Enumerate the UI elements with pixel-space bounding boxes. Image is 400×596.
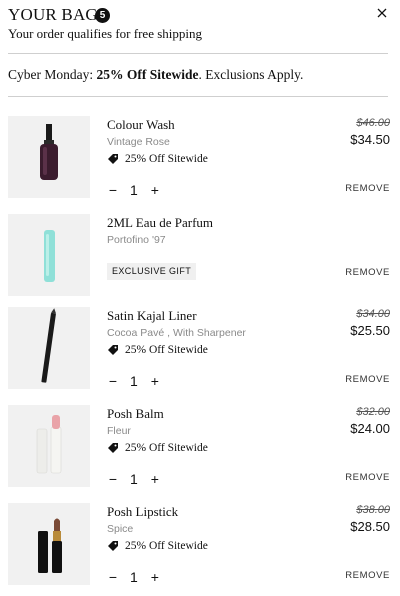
decrease-quantity-button[interactable]: − <box>107 471 119 487</box>
remove-button[interactable]: REMOVE <box>345 183 390 194</box>
product-variant: Portofino '97 <box>107 234 166 246</box>
decrease-quantity-button[interactable]: − <box>107 373 119 389</box>
sale-price: $25.50 <box>350 323 390 338</box>
product-promo: 25% Off Sitewide <box>107 152 208 166</box>
product-name[interactable]: Satin Kajal Liner <box>107 308 197 324</box>
remove-button[interactable]: REMOVE <box>345 374 390 385</box>
quantity-stepper: − 1 + <box>107 373 161 389</box>
decrease-quantity-button[interactable]: − <box>107 182 119 198</box>
product-promo-label: 25% Off Sitewide <box>125 442 208 454</box>
product-variant: Spice <box>107 523 134 535</box>
promo-highlight: 25% Off Sitewide <box>96 67 199 82</box>
cart-item: Posh Lipstick Spice 25% Off Sitewide $38… <box>8 503 390 587</box>
product-promo: 25% Off Sitewide <box>107 343 208 357</box>
sale-price: $28.50 <box>350 519 390 534</box>
decrease-quantity-button[interactable]: − <box>107 569 119 585</box>
bag-header: YOUR BAG 5 <box>8 5 392 25</box>
product-name[interactable]: Colour Wash <box>107 117 175 133</box>
product-name[interactable]: Posh Lipstick <box>107 504 178 520</box>
tag-icon <box>107 153 119 165</box>
product-promo-label: 25% Off Sitewide <box>125 344 208 356</box>
product-image-eyeliner[interactable] <box>8 307 90 389</box>
product-image-lipstick[interactable] <box>8 503 90 585</box>
quantity-value: 1 <box>130 569 138 585</box>
quantity-stepper: − 1 + <box>107 569 161 585</box>
tag-icon <box>107 344 119 356</box>
remove-button[interactable]: REMOVE <box>345 570 390 581</box>
quantity-stepper: − 1 + <box>107 182 161 198</box>
product-promo: 25% Off Sitewide <box>107 441 208 455</box>
product-promo: 25% Off Sitewide <box>107 539 208 553</box>
product-variant: Cocoa Pavé , With Sharpener <box>107 327 246 339</box>
cart-item: Posh Balm Fleur 25% Off Sitewide $32.00 … <box>8 405 390 489</box>
promo-banner: Cyber Monday: 25% Off Sitewide. Exclusio… <box>8 66 303 84</box>
product-promo-label: 25% Off Sitewide <box>125 540 208 552</box>
remove-button[interactable]: REMOVE <box>345 267 390 278</box>
cart-item: 2ML Eau de Parfum Portofino '97 EXCLUSIV… <box>8 214 390 298</box>
quantity-value: 1 <box>130 373 138 389</box>
promo-prefix: Cyber Monday: <box>8 67 97 82</box>
tag-icon <box>107 442 119 454</box>
close-icon <box>377 8 387 18</box>
free-shipping-message: Your order qualifies for free shipping <box>8 26 202 41</box>
product-image-nail-polish[interactable] <box>8 116 90 198</box>
increase-quantity-button[interactable]: + <box>149 182 161 198</box>
divider <box>8 53 388 54</box>
original-price: $32.00 <box>356 406 390 418</box>
increase-quantity-button[interactable]: + <box>149 373 161 389</box>
exclusive-gift-badge: EXCLUSIVE GIFT <box>107 263 197 280</box>
quantity-value: 1 <box>130 182 138 198</box>
promo-suffix: . Exclusions Apply. <box>198 67 304 82</box>
close-button[interactable] <box>374 5 390 21</box>
cart-item: Satin Kajal Liner Cocoa Pavé , With Shar… <box>8 307 390 391</box>
increase-quantity-button[interactable]: + <box>149 569 161 585</box>
bag-count-badge: 5 <box>95 8 110 23</box>
bag-title: YOUR BAG <box>8 5 98 24</box>
product-variant: Vintage Rose <box>107 136 170 148</box>
tag-icon <box>107 540 119 552</box>
quantity-stepper: − 1 + <box>107 471 161 487</box>
product-variant: Fleur <box>107 425 131 437</box>
sale-price: $34.50 <box>350 132 390 147</box>
original-price: $46.00 <box>356 117 390 129</box>
product-image-perfume-vial[interactable] <box>8 214 90 296</box>
product-name[interactable]: 2ML Eau de Parfum <box>107 215 213 231</box>
cart-item: Colour Wash Vintage Rose 25% Off Sitewid… <box>8 116 390 200</box>
original-price: $38.00 <box>356 504 390 516</box>
sale-price: $24.00 <box>350 421 390 436</box>
remove-button[interactable]: REMOVE <box>345 472 390 483</box>
original-price: $34.00 <box>356 308 390 320</box>
product-image-lip-balm[interactable] <box>8 405 90 487</box>
increase-quantity-button[interactable]: + <box>149 471 161 487</box>
divider <box>8 96 388 97</box>
product-name[interactable]: Posh Balm <box>107 406 164 422</box>
quantity-value: 1 <box>130 471 138 487</box>
product-promo-label: 25% Off Sitewide <box>125 153 208 165</box>
